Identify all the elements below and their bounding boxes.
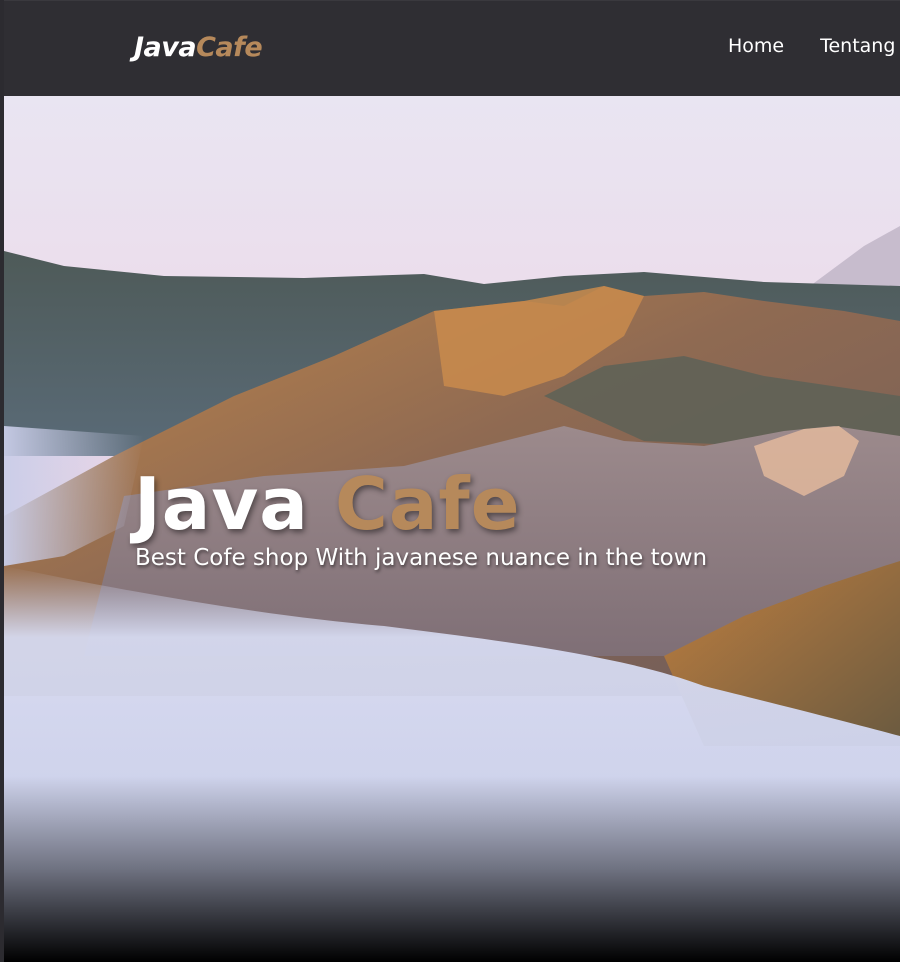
browser-viewport: JavaCafe Home Tentang Kami [0,0,900,962]
logo-text-java: Java [134,32,197,63]
hero-title-java: Java [134,462,309,547]
hero-section: Java Cafe Best Cofe shop With javanese n… [4,96,900,962]
logo-text-cafe: Cafe [196,32,263,63]
navbar: JavaCafe Home Tentang Kami [4,0,900,96]
nav-link-tentang-kami[interactable]: Tentang Kami [820,33,900,59]
nav-links: Home Tentang Kami [728,33,900,59]
logo-link[interactable]: JavaCafe [134,31,263,65]
hero-title: Java Cafe [134,462,521,546]
hero-title-cafe: Cafe [334,462,521,547]
hero-subtitle: Best Cofe shop With javanese nuance in t… [135,545,708,571]
nav-link-home[interactable]: Home [728,33,784,59]
